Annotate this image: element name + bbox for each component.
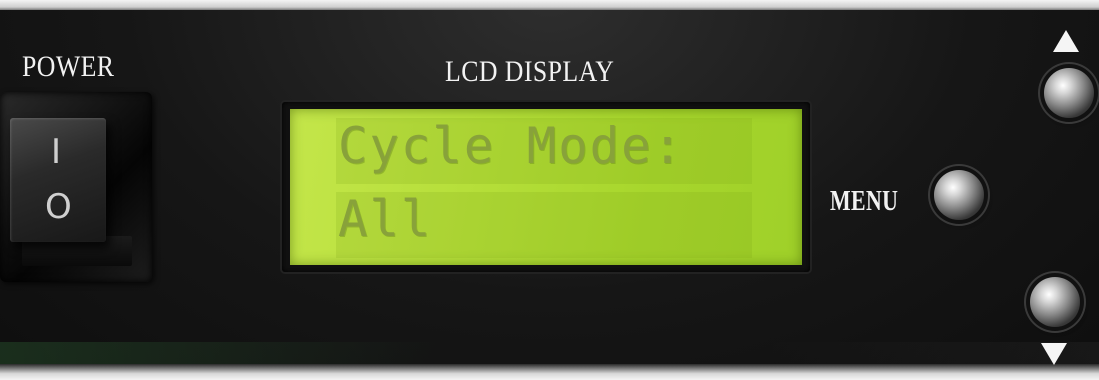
- triangle-down-icon: [1041, 343, 1067, 365]
- menu-button[interactable]: [934, 170, 984, 220]
- up-button[interactable]: [1044, 68, 1094, 118]
- lcd-line-2: All: [338, 190, 433, 248]
- panel-top-edge: [0, 0, 1099, 10]
- triangle-up-icon: [1053, 30, 1079, 52]
- device-front-panel: POWER LCD DISPLAY MENU I O Cycle Mode: A…: [0, 0, 1099, 380]
- power-off-mark: O: [45, 187, 72, 227]
- power-on-mark: I: [51, 132, 62, 172]
- down-button[interactable]: [1030, 277, 1080, 327]
- menu-label: MENU: [830, 186, 899, 217]
- lcd-display-label: LCD DISPLAY: [445, 55, 615, 88]
- lcd-line-1: Cycle Mode:: [338, 117, 685, 175]
- panel-bottom-edge: [0, 364, 1099, 380]
- power-label: POWER: [22, 50, 115, 83]
